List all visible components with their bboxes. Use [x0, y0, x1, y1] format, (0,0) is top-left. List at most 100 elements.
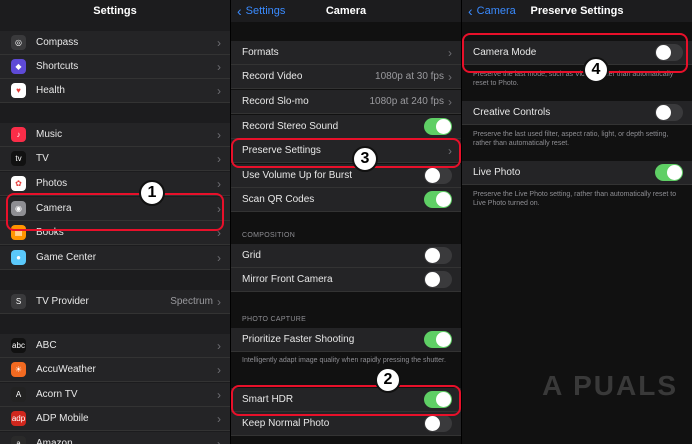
camera-row-label: Record Stereo Sound — [242, 121, 339, 132]
toggle-knob — [436, 332, 451, 347]
camera-row-label: Mirror Front Camera — [242, 274, 333, 285]
settings-row-label: Compass — [36, 37, 79, 48]
chevron-right-icon: › — [448, 45, 452, 60]
chevron-right-icon: › — [217, 362, 221, 377]
toggle-switch[interactable] — [424, 247, 452, 264]
settings-row[interactable]: ◉ Camera › — [0, 197, 230, 221]
toggle-knob — [436, 119, 451, 134]
live-photo-row[interactable]: Live Photo — [462, 161, 692, 185]
toggle-switch[interactable] — [424, 415, 452, 432]
chevron-right-icon: › — [217, 83, 221, 98]
page-title: Settings — [93, 5, 137, 17]
step-badge-1: 1 — [139, 180, 165, 206]
back-button-camera[interactable]: ‹ Camera — [468, 0, 516, 22]
toggle-switch[interactable] — [424, 391, 452, 408]
camera-row[interactable]: Record Video 1080p at 30 fps › — [231, 65, 461, 89]
settings-row[interactable]: abc ABC › — [0, 334, 230, 358]
settings-row-label: ABC — [36, 340, 57, 351]
toggle-knob — [436, 392, 451, 407]
creative-controls-toggle[interactable] — [655, 104, 683, 121]
chevron-right-icon: › — [217, 436, 221, 444]
tv-provider-icon: S — [11, 294, 26, 309]
settings-row[interactable]: adp ADP Mobile › — [0, 407, 230, 431]
back-button-settings[interactable]: ‹ Settings — [237, 0, 285, 22]
chevron-right-icon: › — [217, 294, 221, 309]
toggle-knob — [425, 168, 440, 183]
creative-controls-row[interactable]: Creative Controls — [462, 101, 692, 125]
settings-row[interactable]: S TV Provider Spectrum › — [0, 290, 230, 314]
chevron-right-icon: › — [217, 387, 221, 402]
camera-row[interactable]: Smart HDR — [231, 388, 461, 412]
camera-row[interactable]: Preserve Settings › — [231, 139, 461, 163]
camera-row-label: Formats — [242, 47, 279, 58]
settings-row[interactable]: ◆ Shortcuts › — [0, 55, 230, 79]
camera-row-label: Smart HDR — [242, 394, 294, 405]
settings-navbar: Settings — [0, 0, 230, 22]
camera-row[interactable]: Scan QR Codes — [231, 188, 461, 212]
watermark: A PUALS — [542, 370, 678, 401]
live-photo-label: Live Photo — [473, 167, 521, 178]
settings-row[interactable]: tv TV › — [0, 147, 230, 171]
toggle-switch[interactable] — [424, 118, 452, 135]
camera-mode-label: Camera Mode — [473, 47, 537, 58]
settings-row[interactable]: ▤ Books › — [0, 221, 230, 245]
camera-row[interactable]: Record Slo-mo 1080p at 240 fps › — [231, 90, 461, 114]
settings-row[interactable]: ♥ Health › — [0, 79, 230, 103]
adp-icon: adp — [11, 411, 26, 426]
chevron-right-icon: › — [217, 176, 221, 191]
chevron-right-icon: › — [217, 59, 221, 74]
camera-row-value: 1080p at 30 fps — [375, 71, 444, 82]
camera-row[interactable]: Use Volume Up for Burst — [231, 164, 461, 188]
camera-row-label: Scan QR Codes — [242, 194, 315, 205]
amazon-icon: a — [11, 436, 26, 444]
camera-row[interactable]: Grid — [231, 244, 461, 268]
camera-mode-note: Preserve the last mode, such as Video, r… — [473, 71, 674, 88]
step-badge-2: 2 — [375, 367, 401, 393]
toggle-switch[interactable] — [424, 271, 452, 288]
books-icon: ▤ — [11, 225, 26, 240]
camera-row[interactable]: Keep Normal Photo — [231, 412, 461, 436]
chevron-right-icon: › — [448, 94, 452, 109]
toggle-switch[interactable] — [424, 167, 452, 184]
live-photo-toggle[interactable] — [655, 164, 683, 181]
settings-row[interactable]: ☀ AccuWeather › — [0, 358, 230, 382]
camera-navbar: ‹ Settings Camera — [231, 0, 461, 22]
chevron-right-icon: › — [217, 225, 221, 240]
chevron-left-icon: ‹ — [237, 3, 242, 19]
toggle-knob — [436, 192, 451, 207]
camera-row-label: Prioritize Faster Shooting — [242, 334, 355, 345]
chevron-right-icon: › — [448, 143, 452, 158]
camera-mode-row[interactable]: Camera Mode — [462, 41, 692, 65]
chevron-right-icon: › — [217, 151, 221, 166]
toggle-knob — [425, 416, 440, 431]
camera-row[interactable]: Record Stereo Sound — [231, 115, 461, 139]
camera-row[interactable]: Formats › — [231, 41, 461, 65]
settings-row[interactable]: ✿ Photos › — [0, 172, 230, 196]
toggle-knob — [425, 272, 440, 287]
camera-row-label: Keep Normal Photo — [242, 418, 330, 429]
settings-row-label: Game Center — [36, 252, 97, 263]
settings-row-label: Music — [36, 129, 63, 140]
settings-row[interactable]: a Amazon › — [0, 432, 230, 444]
settings-row-label: ADP Mobile — [36, 413, 89, 424]
settings-row-label: Books — [36, 227, 64, 238]
toggle-switch[interactable] — [424, 191, 452, 208]
section-header-photo-capture: PHOTO CAPTURE — [242, 316, 307, 323]
settings-row[interactable]: ◎ Compass › — [0, 31, 230, 55]
chevron-right-icon: › — [217, 127, 221, 142]
toggle-knob — [425, 248, 440, 263]
camera-row[interactable]: Mirror Front Camera — [231, 268, 461, 292]
music-icon: ♪ — [11, 127, 26, 142]
creative-controls-label: Creative Controls — [473, 107, 551, 118]
settings-row[interactable]: A Acorn TV › — [0, 383, 230, 407]
settings-row-label: Photos — [36, 178, 68, 189]
camera-row[interactable]: Prioritize Faster Shooting — [231, 328, 461, 352]
settings-row[interactable]: ● Game Center › — [0, 246, 230, 270]
settings-row[interactable]: ♪ Music › — [0, 123, 230, 147]
camera-row-label: Record Video — [242, 71, 303, 82]
camera-mode-toggle[interactable] — [655, 44, 683, 61]
photos-icon: ✿ — [11, 176, 26, 191]
game-center-icon: ● — [11, 250, 26, 265]
health-icon: ♥ — [11, 83, 26, 98]
toggle-switch[interactable] — [424, 331, 452, 348]
